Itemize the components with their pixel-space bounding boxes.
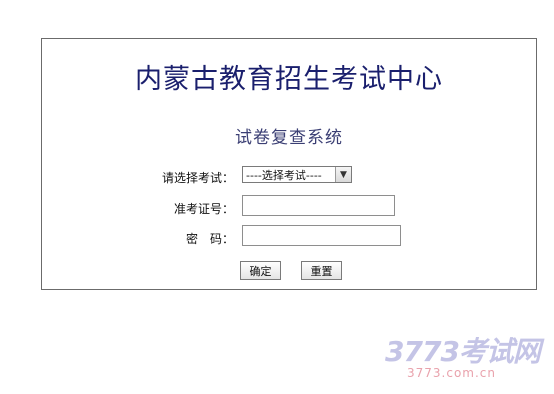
page-subtitle: 试卷复查系统: [235, 128, 343, 148]
exam-select-label: 请选择考试：: [161, 171, 234, 185]
watermark-url: 3773.com.cn: [407, 366, 496, 380]
exam-select-value: ----选择考试----: [246, 168, 322, 182]
reset-button[interactable]: 重置: [301, 261, 342, 280]
password-input[interactable]: [242, 225, 401, 246]
ticket-number-input[interactable]: [242, 195, 395, 216]
ticket-number-label: 准考证号：: [173, 202, 234, 216]
page-title: 内蒙古教育招生考试中心: [135, 64, 443, 95]
query-panel: 内蒙古教育招生考试中心 试卷复查系统 请选择考试： ----选择考试---- ▼…: [41, 38, 537, 290]
submit-button[interactable]: 确定: [240, 261, 281, 280]
exam-select[interactable]: ----选择考试---- ▼: [242, 166, 352, 183]
chevron-down-icon[interactable]: ▼: [335, 167, 351, 182]
password-label: 密 码：: [185, 232, 234, 246]
watermark-logo: 3773考试网: [385, 335, 541, 368]
